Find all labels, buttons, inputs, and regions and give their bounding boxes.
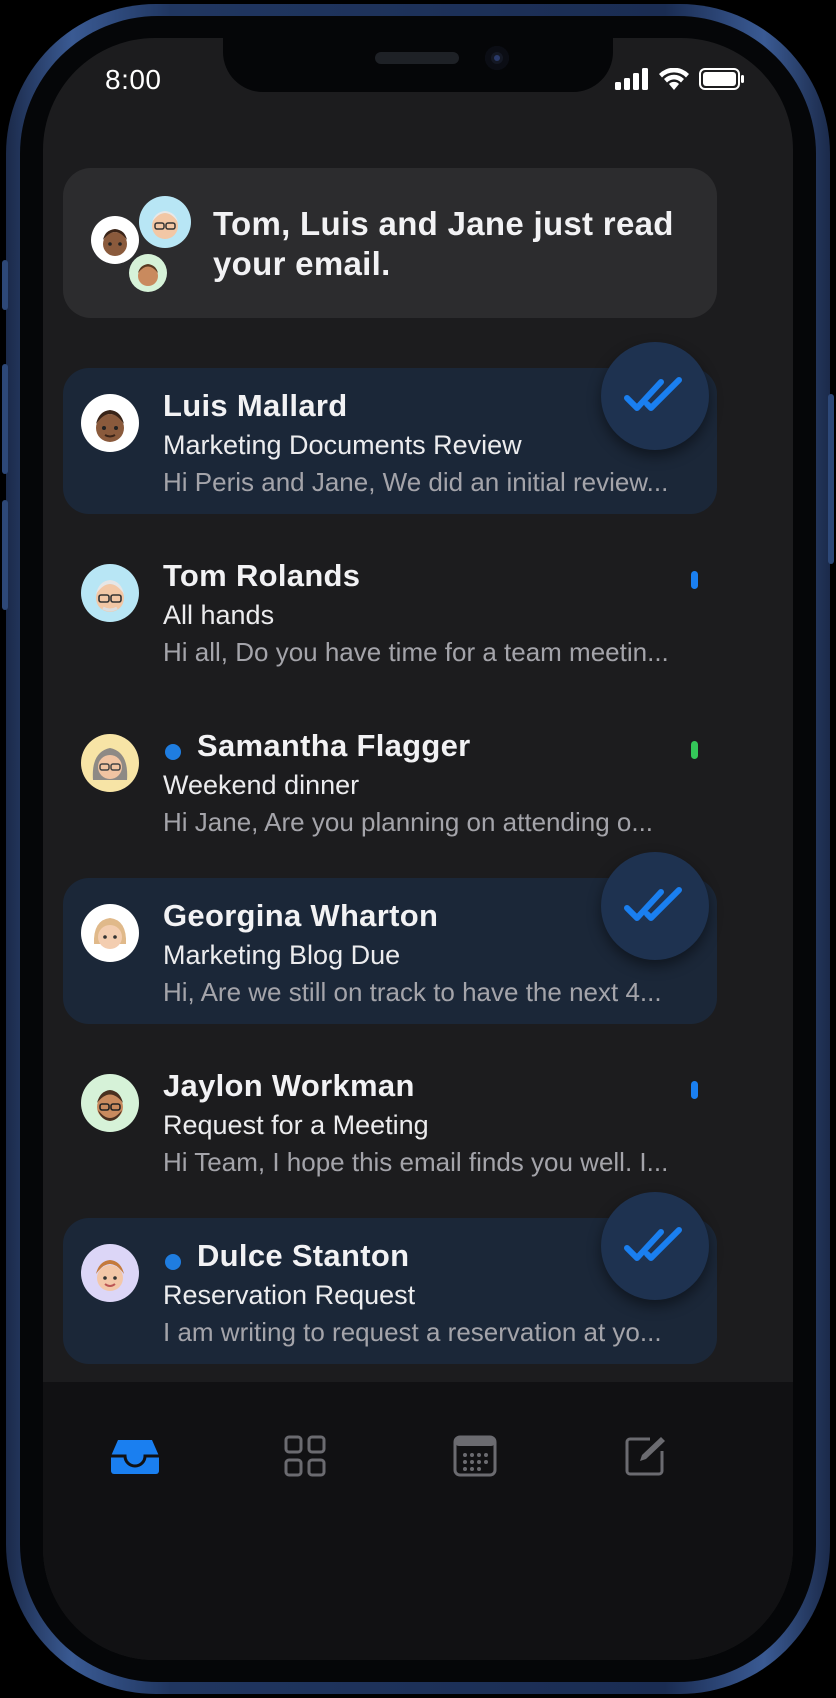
sender-name: Luis Mallard xyxy=(163,388,348,423)
inbox-tray-icon xyxy=(111,1440,159,1474)
email-subject: Marketing Documents Review xyxy=(163,430,522,460)
sender-name: Dulce Stanton xyxy=(197,1238,410,1273)
mute-switch xyxy=(2,260,8,310)
notch xyxy=(223,38,613,92)
double-check-icon xyxy=(624,1227,682,1261)
email-subject: Marketing Blog Due xyxy=(163,940,401,970)
sender-name: Tom Rolands xyxy=(163,558,361,593)
sender-name: Georgina Wharton xyxy=(163,898,439,933)
email-subject: Request for a Meeting xyxy=(163,1110,429,1140)
status-time: 8:00 xyxy=(105,64,162,95)
sender-avatar xyxy=(81,1074,139,1132)
toast-message: Tom, Luis and Jane just read your email. xyxy=(213,205,674,282)
status-icons xyxy=(615,68,745,90)
sender-avatar xyxy=(81,394,139,452)
tom-avatar xyxy=(139,196,191,248)
email-row[interactable]: Tom Rolands All hands Hi all, Do you hav… xyxy=(63,538,717,684)
sender-avatar xyxy=(81,734,139,792)
email-row[interactable]: Dulce Stanton Reservation Request I am w… xyxy=(63,1192,717,1364)
reader-avatars xyxy=(91,196,201,292)
battery-icon xyxy=(699,68,744,90)
tab-calendar[interactable] xyxy=(447,1428,503,1484)
luis-avatar xyxy=(91,216,139,264)
read-receipt-badge xyxy=(601,342,709,450)
email-preview: Hi all, Do you have time for a team meet… xyxy=(163,637,669,667)
email-preview: I am writing to request a reservation at… xyxy=(163,1317,662,1347)
jaylon-avatar xyxy=(129,254,167,292)
unread-dot xyxy=(165,744,181,760)
email-preview: Hi Jane, Are you planning on attending o… xyxy=(163,807,654,837)
email-subject: Reservation Request xyxy=(163,1280,416,1310)
sender-name: Jaylon Workman xyxy=(163,1068,415,1103)
wifi-icon xyxy=(659,68,689,90)
sender-avatar xyxy=(81,904,139,962)
email-subject: All hands xyxy=(163,600,275,630)
email-preview: Hi Team, I hope this email finds you wel… xyxy=(163,1147,669,1177)
calendar-icon xyxy=(453,1435,497,1477)
double-check-icon xyxy=(624,887,682,921)
unread-dot xyxy=(165,1254,181,1270)
email-row[interactable]: Jaylon Workman Request for a Meeting Hi … xyxy=(63,1048,717,1194)
email-row[interactable]: Luis Mallard Marketing Documents Review … xyxy=(63,342,717,514)
grid-icon xyxy=(284,1435,326,1477)
sender-avatar xyxy=(81,564,139,622)
read-notification-toast[interactable]: Tom, Luis and Jane just read your email. xyxy=(63,168,717,318)
email-row[interactable]: Georgina Wharton Marketing Blog Due Hi, … xyxy=(63,852,717,1024)
flag-indicator xyxy=(691,571,698,589)
speaker-grille xyxy=(375,52,459,64)
screen: 8:00 Tom, Luis and Jane just read your e… xyxy=(43,38,793,1660)
tab-inbox[interactable] xyxy=(107,1428,163,1484)
double-check-icon xyxy=(624,377,682,411)
volume-up-button xyxy=(2,364,8,474)
camera-lens xyxy=(485,46,509,70)
power-button xyxy=(828,394,834,564)
email-subject: Weekend dinner xyxy=(163,770,360,800)
compose-icon xyxy=(625,1437,665,1476)
tab-compose[interactable] xyxy=(617,1428,673,1484)
sender-avatar xyxy=(81,1244,139,1302)
read-receipt-badge xyxy=(601,1192,709,1300)
sender-name: Samantha Flagger xyxy=(197,728,471,763)
email-preview: Hi Peris and Jane, We did an initial rev… xyxy=(163,467,669,497)
tab-bar xyxy=(43,1382,793,1660)
email-preview: Hi, Are we still on track to have the ne… xyxy=(163,977,662,1007)
read-receipt-badge xyxy=(601,852,709,960)
flag-indicator xyxy=(691,741,698,759)
email-row[interactable]: Samantha Flagger Weekend dinner Hi Jane,… xyxy=(63,708,717,854)
volume-down-button xyxy=(2,500,8,610)
cellular-signal-icon xyxy=(615,68,648,90)
tab-apps[interactable] xyxy=(277,1428,333,1484)
flag-indicator xyxy=(691,1081,698,1099)
